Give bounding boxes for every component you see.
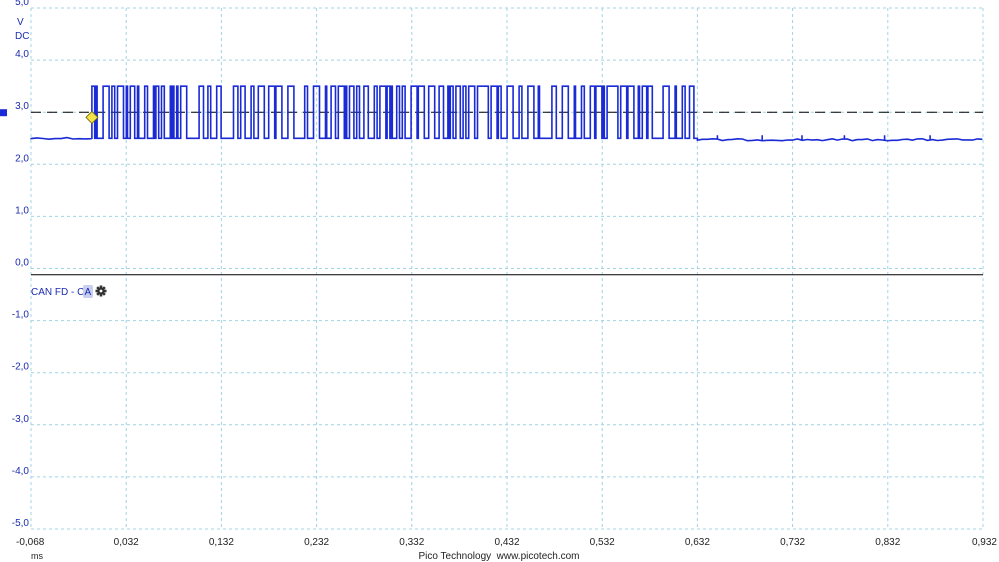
decoder-name: CAN FD - Ch [31, 287, 90, 298]
gear-icon[interactable] [95, 285, 107, 297]
y-unit-label: V [17, 17, 24, 28]
decoder-channel: A [85, 287, 92, 298]
y-tick-labels: -5,0 -4,0 -3,0 -2,0 -1,0 0,0 1,0 2,0 3,0 4,0 5,0 [12, 0, 30, 529]
y-tick-label: -4,0 [12, 466, 30, 477]
y-tick-label: -5,0 [12, 518, 30, 529]
y-tick-label: 4,0 [15, 49, 29, 60]
x-tick-label: 0,532 [590, 537, 615, 548]
x-tick-label: 0,432 [494, 537, 519, 548]
y-tick-label: 5,0 [15, 0, 29, 8]
x-tick-label: 0,932 [972, 537, 997, 548]
y-tick-label: 2,0 [15, 153, 29, 164]
y-tick-label: 1,0 [15, 205, 29, 216]
x-tick-label: 0,232 [304, 537, 329, 548]
x-tick-label: 0,732 [780, 537, 805, 548]
x-tick-label: 0,332 [399, 537, 424, 548]
x-tick-labels: -0,068 0,032 0,132 0,232 0,332 0,432 0,532 0,63… [16, 537, 997, 548]
oscilloscope-view: -5,0 -4,0 -3,0 -2,0 -1,0 0,0 1,0 2,0 3,0 4,0 5,0 -… [0, 0, 997, 562]
x-tick-label: -0,068 [16, 537, 45, 548]
channel-a-trace [30, 85, 983, 142]
footer-credit: Pico Technology www.picotech.com [418, 551, 579, 562]
y-tick-label: 3,0 [15, 101, 29, 112]
x-tick-label: 0,832 [875, 537, 900, 548]
can-fd-decoder-label[interactable]: CAN FD - Ch A [31, 285, 107, 298]
x-unit-label: ms [31, 551, 43, 561]
y-tick-label: -1,0 [12, 310, 30, 321]
x-tick-label: 0,132 [209, 537, 234, 548]
y-tick-label: -3,0 [12, 414, 30, 425]
x-tick-label: 0,632 [685, 537, 710, 548]
y-tick-label: -2,0 [12, 362, 30, 373]
x-tick-label: 0,032 [114, 537, 139, 548]
coupling-label: DC [15, 31, 29, 42]
channel-a-axis-marker[interactable] [0, 109, 7, 117]
y-tick-label: 0,0 [15, 258, 29, 269]
